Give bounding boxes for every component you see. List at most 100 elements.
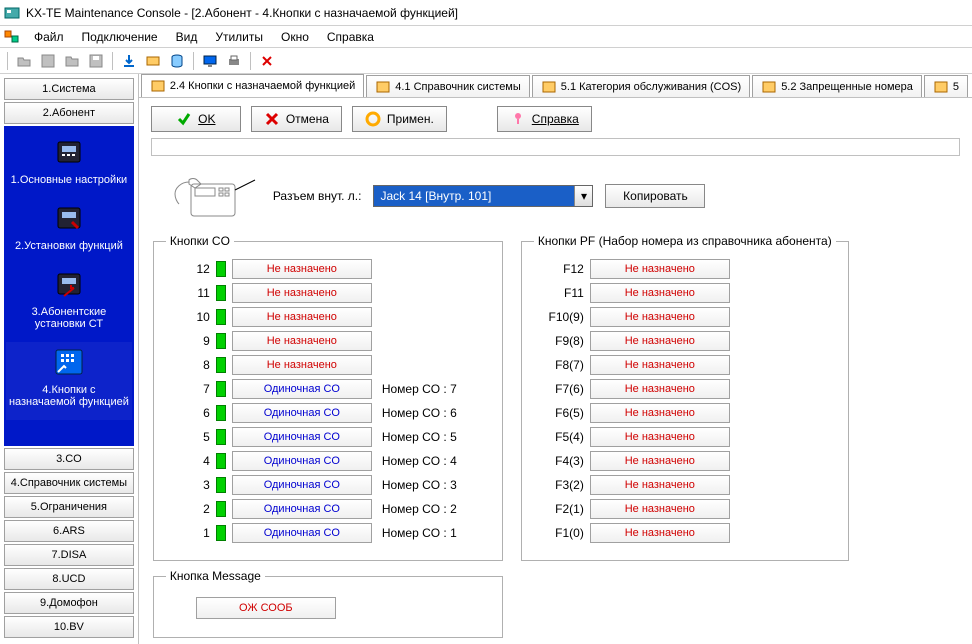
led-icon [216,333,226,349]
menu-utilities[interactable]: Утилиты [207,28,271,46]
sidebar-bottom-ucd[interactable]: 8.UCD [4,568,134,590]
sidebar-item-ct[interactable]: 3.Абонентские установки СТ [6,264,132,342]
pf-row-number: F4(3) [534,454,584,468]
tool-monitor-icon[interactable] [199,50,221,72]
pf-value-button[interactable]: Не назначено [590,523,730,543]
co-value-button[interactable]: Одиночная CO [232,475,372,495]
pf-value-button[interactable]: Не назначено [590,451,730,471]
co-extra-label: Номер CO : 4 [382,454,457,468]
menu-view[interactable]: Вид [168,28,206,46]
pf-row: F7(6)Не назначено [534,378,836,400]
co-value-button[interactable]: Одиночная CO [232,499,372,519]
cancel-button[interactable]: Отмена [251,106,342,132]
co-extra-label: Номер CO : 3 [382,478,457,492]
circle-icon [365,111,381,127]
app-icon [4,5,20,21]
jack-select[interactable]: Jack 14 [Внутр. 101] ▾ [373,185,593,207]
sidebar-item-basic[interactable]: 1.Основные настройки [6,132,132,198]
pf-value-button[interactable]: Не назначено [590,499,730,519]
pf-row-number: F1(0) [534,526,584,540]
tab-cos[interactable]: 5.1 Категория обслуживания (COS) [532,75,750,97]
co-value-button[interactable]: Не назначено [232,331,372,351]
tool-db-icon[interactable] [166,50,188,72]
apply-button[interactable]: Примен. [352,106,447,132]
pf-value-button[interactable]: Не назначено [590,427,730,447]
phone-wrench-icon [52,202,86,236]
co-row-number: 1 [166,526,210,540]
co-value-button[interactable]: Одиночная CO [232,451,372,471]
co-value-button[interactable]: Не назначено [232,259,372,279]
pf-value-button[interactable]: Не назначено [590,283,730,303]
co-row-number: 10 [166,310,210,324]
menu-file[interactable]: Файл [26,28,72,46]
led-icon [216,381,226,397]
menu-window[interactable]: Окно [273,28,317,46]
tab-more[interactable]: 5 [924,75,968,97]
pf-value-button[interactable]: Не назначено [590,355,730,375]
sidebar-bottom-doorphone[interactable]: 9.Домофон [4,592,134,614]
tab-denied[interactable]: 5.2 Запрещенные номера [752,75,922,97]
sidebar-top-subscriber[interactable]: 2.Абонент [4,102,134,124]
pf-value-button[interactable]: Не назначено [590,379,730,399]
sidebar-item-buttons[interactable]: 4.Кнопки с назначаемой функцией [6,342,132,420]
led-icon [216,429,226,445]
co-group: Кнопки CO 12Не назначено11Не назначено10… [153,234,503,561]
msg-group: Кнопка Message ОЖ СООБ [153,569,503,638]
tool-open-icon[interactable] [13,50,35,72]
pf-value-button[interactable]: Не назначено [590,307,730,327]
menu-help[interactable]: Справка [319,28,382,46]
pf-value-button[interactable]: Не назначено [590,475,730,495]
phone-arrow-icon [52,268,86,302]
tab-buttons[interactable]: 2.4 Кнопки с назначаемой функцией [141,74,364,97]
help-icon [510,111,526,127]
menu-connection[interactable]: Подключение [74,28,166,46]
pf-value-button[interactable]: Не назначено [590,259,730,279]
sidebar-bottom-restrictions[interactable]: 5.Ограничения [4,496,134,518]
tool-print-icon[interactable] [223,50,245,72]
co-value-button[interactable]: Одиночная CO [232,523,372,543]
co-value-button[interactable]: Не назначено [232,307,372,327]
sidebar-bottom-disa[interactable]: 7.DISA [4,544,134,566]
tool-folder-icon[interactable] [61,50,83,72]
phone-keypad-icon [52,346,86,380]
tool-download-icon[interactable] [118,50,140,72]
co-row: 5Одиночная COНомер CO : 5 [166,426,490,448]
main-area: 2.4 Кнопки с назначаемой функцией 4.1 Сп… [139,74,972,644]
sidebar-bottom-co[interactable]: 3.CO [4,448,134,470]
co-row-number: 11 [166,286,210,300]
pf-row: F4(3) Не назначено [534,450,836,472]
tool-card-icon[interactable] [142,50,164,72]
sidebar-bottom-directory[interactable]: 4.Справочник системы [4,472,134,494]
led-icon [216,357,226,373]
ok-button[interactable]: OK [151,106,241,132]
pf-value-button[interactable]: Не назначено [590,403,730,423]
copy-button[interactable]: Копировать [605,184,705,208]
co-value-button[interactable]: Не назначено [232,355,372,375]
co-value-button[interactable]: Не назначено [232,283,372,303]
button-label: OK [198,112,215,126]
pf-group: Кнопки PF (Набор номера из справочника а… [521,234,849,561]
tool-save-icon[interactable] [37,50,59,72]
tool-disk-icon[interactable] [85,50,107,72]
sidebar-bottom-ars[interactable]: 6.ARS [4,520,134,542]
co-value-button[interactable]: Одиночная CO [232,427,372,447]
co-value-button[interactable]: Одиночная CO [232,379,372,399]
help-button[interactable]: Справка [497,106,592,132]
co-row: 10 Не назначено [166,306,490,328]
sidebar-item-functions[interactable]: 2.Установки функций [6,198,132,264]
pf-row: F10(9)Не назначено [534,306,836,328]
co-row-number: 3 [166,478,210,492]
sidebar-top-system[interactable]: 1.Система [4,78,134,100]
button-label: Справка [532,112,579,126]
co-value-button[interactable]: Одиночная CO [232,403,372,423]
sidebar: 1.Система 2.Абонент 1.Основные настройки… [0,74,139,644]
pf-value-button[interactable]: Не назначено [590,331,730,351]
tab-directory[interactable]: 4.1 Справочник системы [366,75,530,97]
tool-close-icon[interactable] [256,50,278,72]
msg-button[interactable]: ОЖ СООБ [196,597,336,619]
co-row-number: 4 [166,454,210,468]
tab-label: 5.1 Категория обслуживания (COS) [561,81,741,93]
sidebar-bottom-bv[interactable]: 10.BV [4,616,134,638]
co-row-number: 12 [166,262,210,276]
pf-row: F8(7)Не назначено [534,354,836,376]
